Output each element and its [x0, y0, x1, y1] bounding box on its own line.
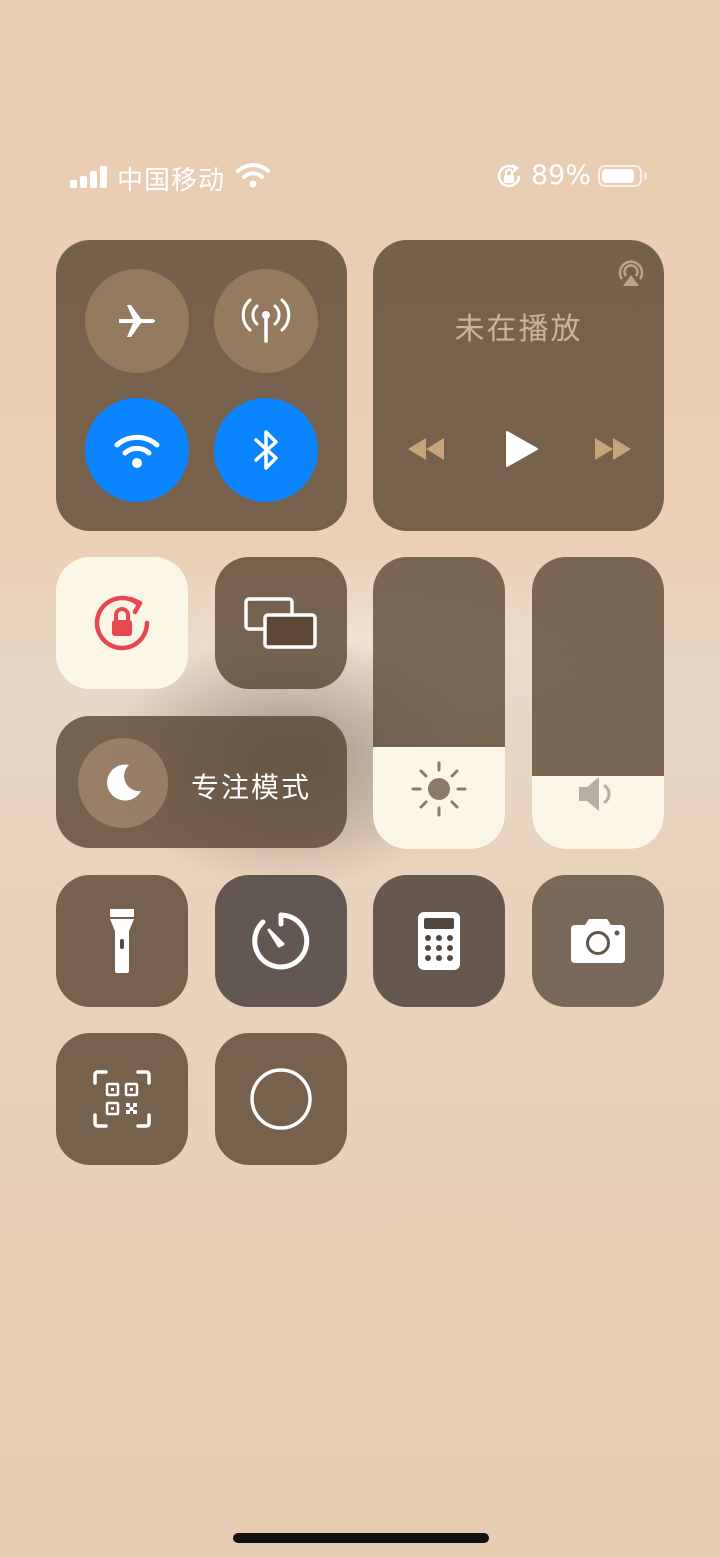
carrier-name: 中国移动 — [117, 166, 226, 196]
wifi-icon — [236, 163, 270, 188]
connectivity-module — [56, 240, 347, 531]
bluetooth-icon — [254, 430, 278, 470]
camera-button[interactable] — [532, 875, 664, 1007]
qr-scanner-button[interactable] — [56, 1033, 188, 1165]
wifi-icon — [114, 434, 160, 468]
calculator-icon — [418, 912, 460, 970]
flashlight-button[interactable] — [56, 875, 188, 1007]
screen-recording-button[interactable] — [215, 1033, 347, 1165]
battery-percent: 89% — [531, 160, 592, 191]
camera-icon — [571, 919, 625, 963]
wifi-toggle[interactable] — [85, 398, 189, 502]
airplay-icon[interactable] — [615, 258, 647, 290]
timer-button[interactable] — [215, 875, 347, 1007]
orientation-lock-toggle[interactable] — [56, 557, 188, 689]
brightness-slider[interactable] — [373, 557, 505, 849]
qr-scanner-icon — [93, 1070, 151, 1128]
cellular-signal-icon — [70, 166, 110, 188]
focus-icon-circle — [78, 738, 168, 828]
home-indicator[interactable] — [233, 1533, 489, 1543]
now-playing-module[interactable]: 未在播放 — [373, 240, 664, 531]
battery-icon — [598, 165, 647, 187]
orientation-lock-icon — [497, 163, 521, 188]
cellular-antenna-icon — [241, 298, 291, 343]
speaker-icon — [579, 777, 611, 811]
screen-mirroring-icon — [244, 597, 317, 649]
flashlight-icon — [110, 909, 134, 973]
rewind-icon[interactable] — [406, 436, 446, 462]
status-bar: 中国移动 89% — [0, 158, 720, 198]
moon-icon — [107, 764, 141, 801]
cellular-data-toggle[interactable] — [214, 269, 318, 373]
play-icon[interactable] — [503, 430, 539, 468]
airplane-mode-toggle[interactable] — [85, 269, 189, 373]
airplane-icon — [119, 305, 155, 337]
screen-mirroring-button[interactable] — [215, 557, 347, 689]
calculator-button[interactable] — [373, 875, 505, 1007]
brightness-icon — [411, 761, 467, 817]
timer-icon — [252, 912, 310, 970]
now-playing-status: 未在播放 — [454, 312, 583, 347]
volume-slider[interactable] — [532, 557, 664, 849]
fast-forward-icon[interactable] — [593, 436, 633, 462]
focus-label: 专注模式 — [191, 771, 312, 804]
focus-mode-button[interactable]: 专注模式 — [56, 716, 347, 848]
orientation-lock-icon — [94, 595, 150, 651]
bluetooth-toggle[interactable] — [214, 398, 318, 502]
screen-record-icon — [250, 1068, 312, 1130]
